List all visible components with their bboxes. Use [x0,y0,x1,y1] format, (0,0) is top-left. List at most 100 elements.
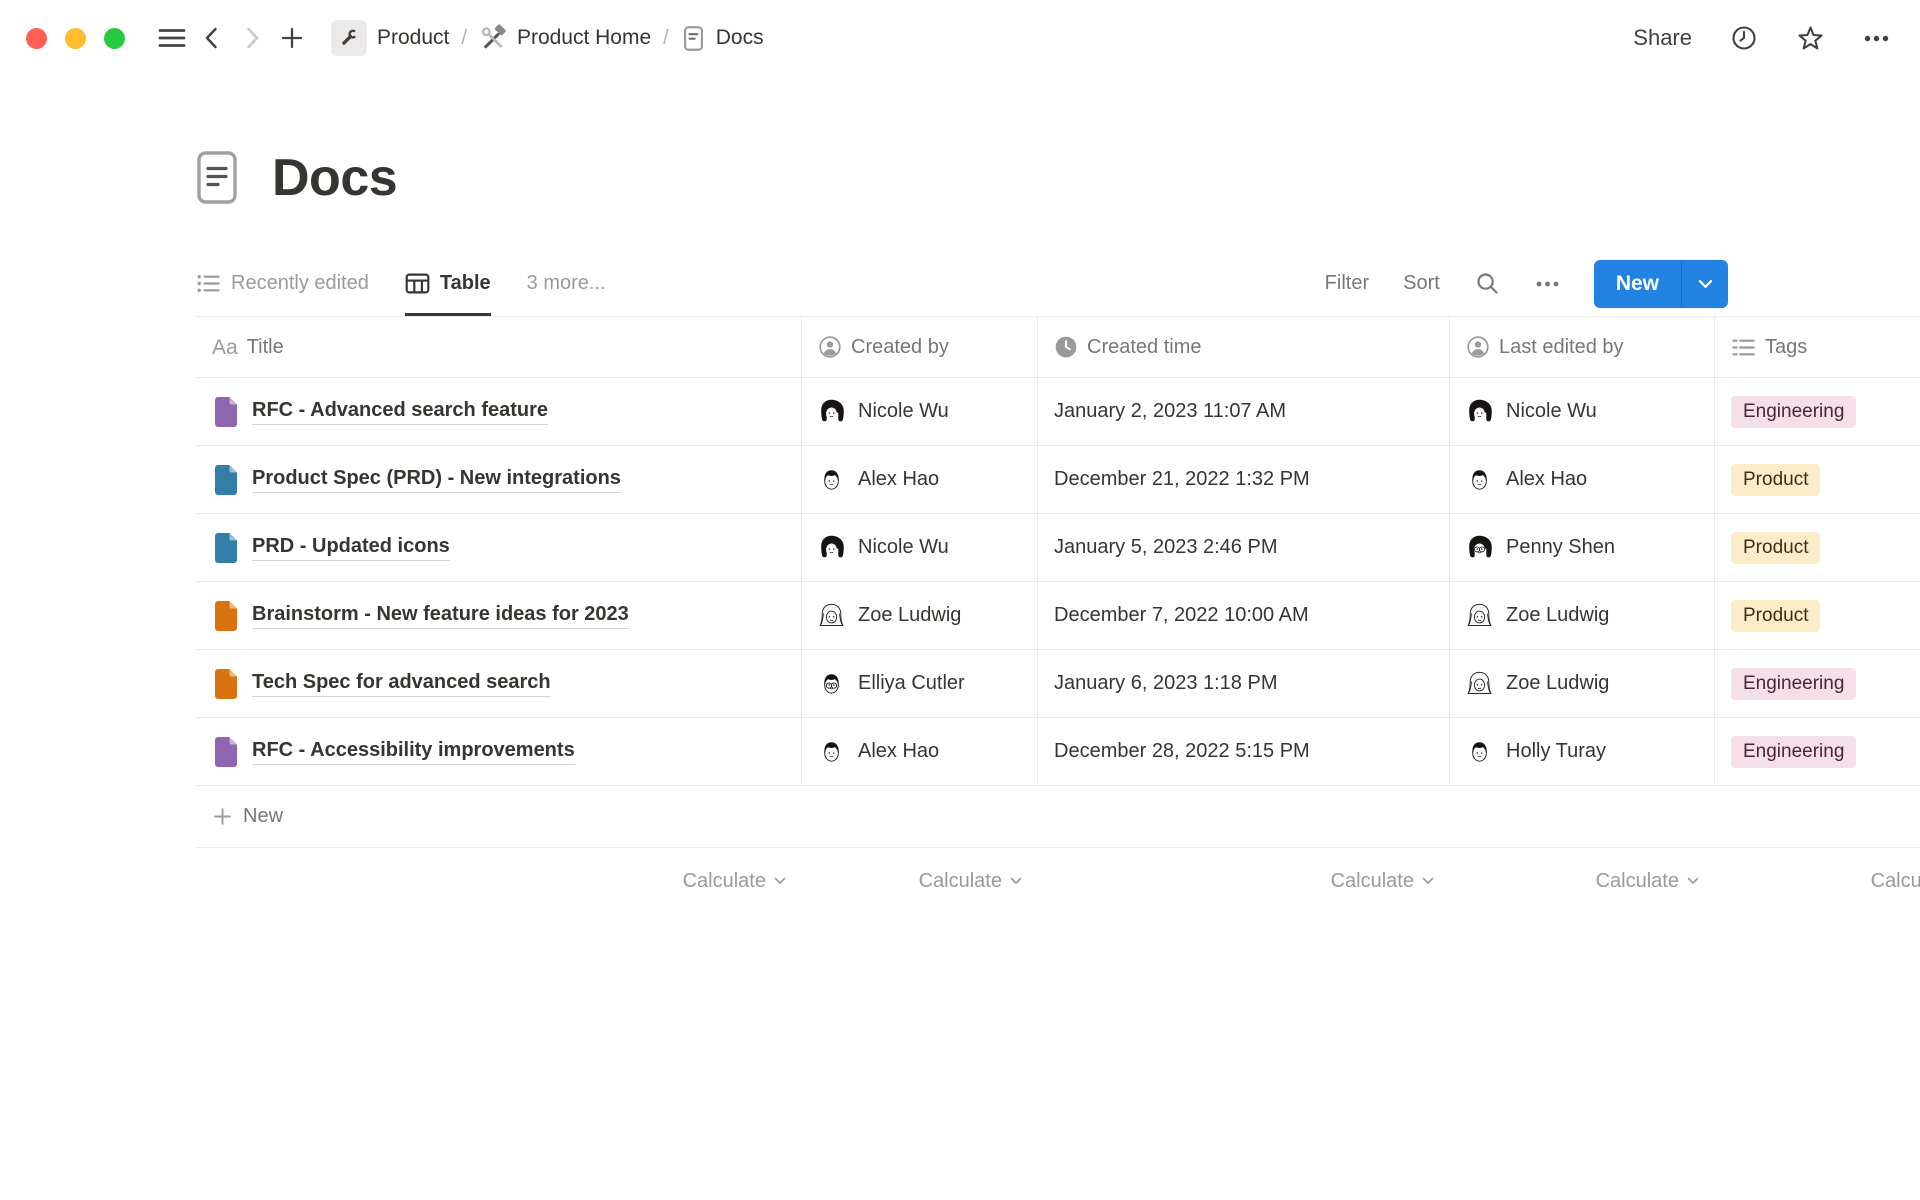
tag-pill[interactable]: Engineering [1731,668,1856,700]
row-title-cell[interactable]: Product Spec (PRD) - New integrations [196,446,802,513]
sidebar-toggle-button[interactable] [155,20,189,56]
table-row: Tech Spec for advanced search Elliya Cutl… [196,650,1920,718]
view-controls: Filter Sort New [1325,260,1728,308]
column-header-created-by[interactable]: Created by [802,317,1038,377]
column-header-last-edited-by[interactable]: Last edited by [1450,317,1715,377]
tags-cell[interactable]: Product [1715,446,1920,513]
doc-title-link[interactable]: PRD - Updated icons [252,535,450,561]
doc-title-link[interactable]: Brainstorm - New feature ideas for 2023 [252,603,629,629]
doc-title-link[interactable]: Product Spec (PRD) - New integrations [252,467,621,493]
created-by-cell[interactable]: Alex Hao [802,718,1038,785]
breadcrumb-item-product-home[interactable]: Product Home [473,21,657,55]
sort-button[interactable]: Sort [1403,272,1440,295]
filter-button[interactable]: Filter [1325,272,1369,295]
column-header-created-time[interactable]: Created time [1038,317,1450,377]
row-title-cell[interactable]: RFC - Advanced search feature [196,378,802,445]
breadcrumb-item-product[interactable]: Product [325,17,455,59]
doc-title-link[interactable]: RFC - Accessibility improvements [252,739,575,765]
created-by-cell[interactable]: Nicole Wu [802,378,1038,445]
avatar [818,670,845,697]
close-window-button[interactable] [26,28,47,49]
avatar [818,398,845,425]
doc-title-link[interactable]: RFC - Advanced search feature [252,399,548,425]
last-edited-by-cell[interactable]: Zoe Ludwig [1450,582,1715,649]
breadcrumb: Product / Product Home / Docs [325,17,770,59]
tags-cell[interactable]: Engineering [1715,650,1920,717]
created-by-cell[interactable]: Alex Hao [802,446,1038,513]
table-icon [405,272,430,295]
chevron-down-icon [774,877,786,885]
calculate-button[interactable]: Calculate [1871,870,1920,893]
breadcrumb-item-docs[interactable]: Docs [675,22,770,55]
breadcrumb-label: Product Home [517,26,651,50]
calculate-button[interactable]: Calculate [1331,870,1434,893]
last-edited-by-cell[interactable]: Alex Hao [1450,446,1715,513]
tab-more-views[interactable]: 3 more... [527,251,606,316]
aa-icon: Aa [212,337,238,358]
created-time-cell[interactable]: January 2, 2023 11:07 AM [1038,378,1450,445]
page-icon [212,735,240,769]
row-title-cell[interactable]: RFC - Accessibility improvements [196,718,802,785]
hammer-wrench-icon [479,24,507,52]
last-edited-by-cell[interactable]: Penny Shen [1450,514,1715,581]
calculate-button[interactable]: Calculate [1596,870,1699,893]
last-edited-by-cell[interactable]: Zoe Ludwig [1450,650,1715,717]
created-time-cell[interactable]: December 7, 2022 10:00 AM [1038,582,1450,649]
tags-cell[interactable]: Product [1715,514,1920,581]
created-time-cell[interactable]: January 6, 2023 1:18 PM [1038,650,1450,717]
new-dropdown-button[interactable] [1681,260,1728,308]
back-button[interactable] [195,20,229,56]
tag-pill[interactable]: Engineering [1731,736,1856,768]
tags-cell[interactable]: Engineering [1715,378,1920,445]
tag-pill[interactable]: Engineering [1731,396,1856,428]
column-label: Created by [851,336,949,359]
last-edited-by-cell[interactable]: Holly Turay [1450,718,1715,785]
tab-recently-edited[interactable]: Recently edited [196,251,369,316]
minimize-window-button[interactable] [65,28,86,49]
new-row-button[interactable]: New [196,786,1920,848]
new-row-label: New [243,805,283,828]
row-title-cell[interactable]: Tech Spec for advanced search [196,650,802,717]
window-controls [26,28,125,49]
tag-pill[interactable]: Product [1731,600,1820,632]
column-header-title[interactable]: Aa Title [196,317,802,377]
ellipsis-icon [1863,34,1890,43]
more-options-button[interactable] [1863,34,1890,43]
page-icon [212,667,240,701]
created-time-cell[interactable]: January 5, 2023 2:46 PM [1038,514,1450,581]
column-label: Created time [1087,336,1202,359]
updates-button[interactable] [1730,24,1758,52]
row-title-cell[interactable]: PRD - Updated icons [196,514,802,581]
created-by-cell[interactable]: Elliya Cutler [802,650,1038,717]
row-title-cell[interactable]: Brainstorm - New feature ideas for 2023 [196,582,802,649]
favorite-button[interactable] [1796,24,1825,53]
maximize-window-button[interactable] [104,28,125,49]
search-button[interactable] [1474,270,1501,297]
doc-title-link[interactable]: Tech Spec for advanced search [252,671,551,697]
tag-pill[interactable]: Product [1731,464,1820,496]
created-time-cell[interactable]: December 28, 2022 5:15 PM [1038,718,1450,785]
page-document-icon[interactable] [196,150,238,205]
share-button[interactable]: Share [1633,25,1692,51]
person-icon [818,335,842,359]
last-edited-by-cell[interactable]: Nicole Wu [1450,378,1715,445]
tab-table[interactable]: Table [405,251,491,316]
calculate-cell: Calculate [196,848,802,914]
created-by-cell[interactable]: Nicole Wu [802,514,1038,581]
tags-cell[interactable]: Engineering [1715,718,1920,785]
column-header-tags[interactable]: Tags [1715,317,1920,377]
new-page-button[interactable] [275,20,309,56]
calculate-cell: Calculate [1715,848,1920,914]
new-button[interactable]: New [1594,260,1681,308]
created-by-cell[interactable]: Zoe Ludwig [802,582,1038,649]
forward-button[interactable] [235,20,269,56]
calculate-button[interactable]: Calculate [683,870,786,893]
tag-pill[interactable]: Product [1731,532,1820,564]
page-title[interactable]: Docs [272,152,397,204]
calculation-row: Calculate Calculate Calculate Calculate Calc… [196,848,1920,914]
person-name: Nicole Wu [858,536,949,559]
calculate-button[interactable]: Calculate [919,870,1022,893]
created-time-cell[interactable]: December 21, 2022 1:32 PM [1038,446,1450,513]
view-options-button[interactable] [1535,280,1560,288]
tags-cell[interactable]: Product [1715,582,1920,649]
